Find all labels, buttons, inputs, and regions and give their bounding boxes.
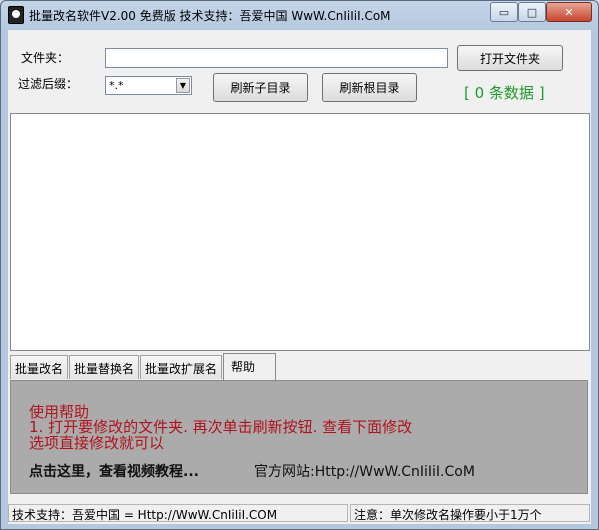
window-title: 批量改名软件V2.00 免费版 技术支持：吾爱中国 WwW.CnIiIiI.Co…	[29, 9, 391, 23]
minimize-button[interactable]: ▭	[490, 2, 518, 22]
help-panel: 使用帮助 1. 打开要修改的文件夹. 再次单击刷新按钮. 查看下面修改 选项直接…	[10, 380, 588, 494]
close-button[interactable]: ✕	[546, 2, 592, 22]
top-panel: 文件夹： 打开文件夹 过滤后缀： *.* ▼ 刷新子目录 刷新根目录 [ 0 条…	[8, 30, 591, 110]
caption-buttons: ▭ □ ✕	[490, 2, 592, 22]
tab-strip: 批量改名 批量替换名 批量改扩展名 帮助	[10, 353, 277, 380]
minimize-icon: ▭	[498, 5, 510, 19]
tab-batch-rename[interactable]: 批量改名	[10, 355, 69, 379]
chevron-down-icon[interactable]: ▼	[176, 78, 190, 93]
title-bar[interactable]: 批量改名软件V2.00 免费版 技术支持：吾爱中国 WwW.CnIiIiI.Co…	[1, 1, 598, 29]
help-line-2: 选项直接修改就可以	[29, 434, 165, 452]
file-list[interactable]	[10, 113, 590, 351]
filter-extension-value: *.*	[109, 79, 124, 92]
close-icon: ✕	[564, 5, 574, 19]
refresh-subdir-button[interactable]: 刷新子目录	[213, 73, 308, 102]
tab-help[interactable]: 帮助	[223, 353, 277, 380]
filter-extension-select[interactable]: *.* ▼	[105, 76, 192, 95]
status-bar: 技术支持：吾爱中国 = Http://WwW.CnIiIiI.COM 注意：单次…	[8, 502, 591, 524]
folder-path-input[interactable]	[105, 48, 448, 68]
client-area: 文件夹： 打开文件夹 过滤后缀： *.* ▼ 刷新子目录 刷新根目录 [ 0 条…	[8, 30, 591, 524]
video-tutorial-link[interactable]: 点击这里，查看视频教程...	[29, 461, 199, 481]
tab-batch-replace[interactable]: 批量替换名	[69, 355, 140, 379]
official-site-link[interactable]: 官方网站:Http://WwW.CnIiIiI.CoM	[254, 461, 475, 481]
refresh-rootdir-button[interactable]: 刷新根目录	[322, 73, 417, 102]
app-window: 批量改名软件V2.00 免费版 技术支持：吾爱中国 WwW.CnIiIiI.Co…	[0, 0, 599, 530]
status-notice: 注意：单次修改名操作要小于1万个	[350, 504, 590, 522]
folder-label: 文件夹：	[21, 51, 70, 65]
open-folder-button[interactable]: 打开文件夹	[457, 45, 563, 71]
tab-batch-extension[interactable]: 批量改扩展名	[140, 355, 223, 379]
status-support: 技术支持：吾爱中国 = Http://WwW.CnIiIiI.COM	[8, 504, 348, 522]
record-count: [ 0 条数据 ]	[464, 84, 545, 102]
maximize-button[interactable]: □	[518, 2, 546, 22]
filter-label: 过滤后缀：	[18, 77, 79, 91]
maximize-icon: □	[526, 5, 538, 19]
app-icon	[8, 6, 24, 24]
